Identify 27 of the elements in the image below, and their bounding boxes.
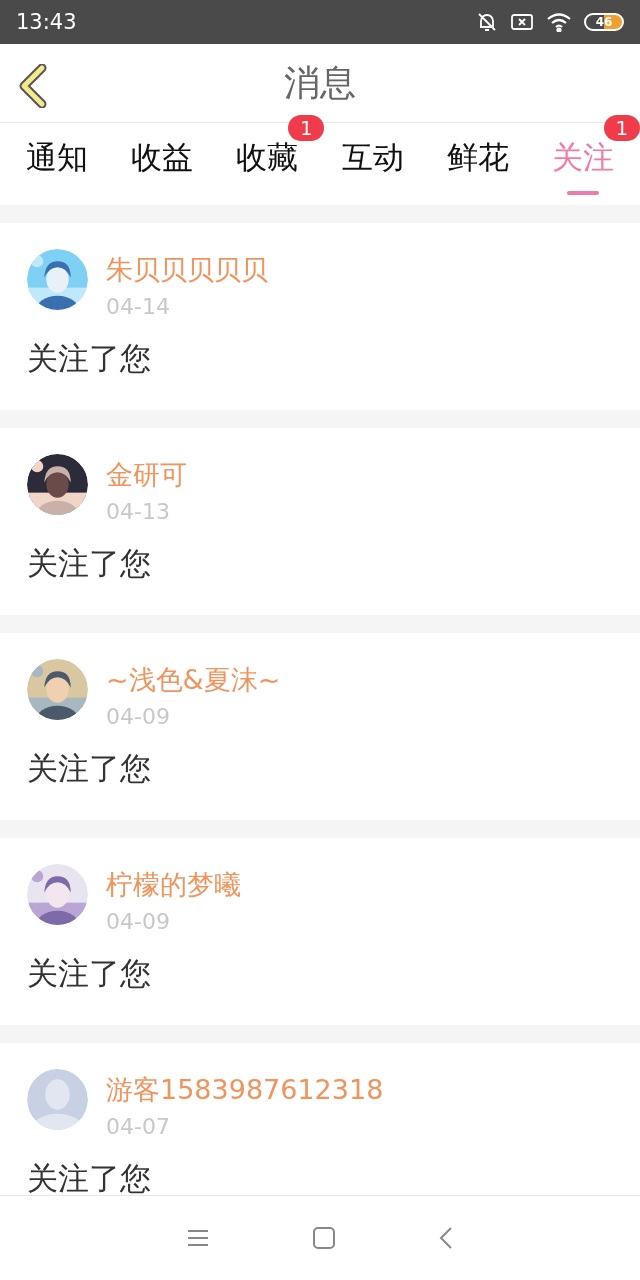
tab[interactable]: 收益 bbox=[131, 123, 194, 205]
user-name: 金研可 bbox=[106, 458, 187, 492]
tab[interactable]: 通知 bbox=[26, 123, 88, 205]
user-name: ~浅色&夏沫~ bbox=[106, 663, 281, 697]
count-badge: 1 bbox=[288, 115, 325, 141]
message-text: 关注了您 bbox=[27, 339, 152, 378]
battery-level: 46 bbox=[584, 13, 624, 31]
count-badge: 1 bbox=[603, 115, 640, 141]
message-text: 关注了您 bbox=[27, 749, 152, 788]
home-square-icon[interactable] bbox=[313, 1227, 335, 1249]
user-name: 朱贝贝贝贝贝 bbox=[106, 253, 268, 287]
message-text: 关注了您 bbox=[27, 954, 152, 993]
back-icon[interactable] bbox=[18, 64, 48, 108]
menu-icon[interactable] bbox=[187, 1228, 209, 1248]
tab-indicator bbox=[566, 191, 599, 195]
page-title: 消息 bbox=[284, 60, 356, 105]
user-name: 游客1583987612318 bbox=[106, 1073, 384, 1107]
sim-card-icon bbox=[510, 13, 534, 31]
tab[interactable]: 互动 bbox=[341, 123, 404, 205]
message-text: 关注了您 bbox=[27, 544, 152, 583]
user-name: 柠檬的梦曦 bbox=[106, 868, 241, 902]
muted-bell-icon bbox=[476, 11, 498, 33]
tab[interactable]: 鲜花 bbox=[446, 123, 509, 205]
wifi-icon bbox=[546, 12, 572, 32]
status-time: 13:43 bbox=[16, 10, 77, 34]
back-nav-icon[interactable] bbox=[439, 1226, 453, 1250]
message-text: 关注了您 bbox=[27, 1159, 152, 1195]
